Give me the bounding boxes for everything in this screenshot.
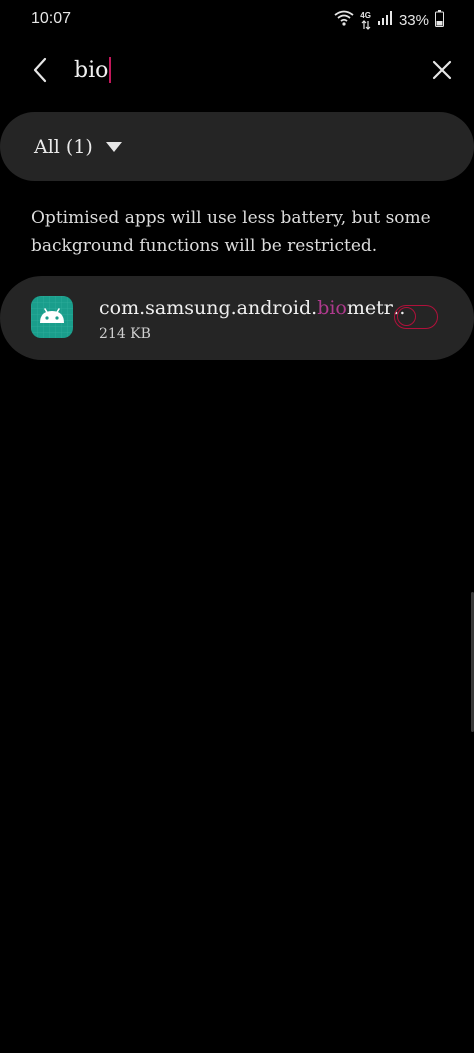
info-description: Optimised apps will use less battery, bu… [31, 208, 431, 256]
status-bar: 10:07 4G 33% [0, 0, 474, 40]
toggle-knob [397, 307, 416, 326]
battery-percent: 33% [398, 11, 429, 29]
filter-card: All (1) [0, 112, 474, 181]
dropdown-triangle-icon [105, 142, 122, 152]
back-arrow-icon [33, 57, 47, 83]
android-icon [31, 296, 73, 338]
signal-icon [377, 10, 393, 30]
search-query: bio [74, 57, 109, 83]
search-input[interactable]: bio [74, 54, 112, 86]
wifi-icon [334, 10, 354, 30]
status-icons: 4G 33% [334, 9, 444, 31]
network-type-label: 4G [360, 10, 371, 20]
status-time: 10:07 [31, 10, 72, 27]
filter-dropdown[interactable]: All (1) [34, 132, 123, 162]
app-name-prefix: com.samsung.android. [99, 297, 318, 319]
text-cursor [109, 57, 112, 83]
search-bar: bio [0, 40, 474, 100]
filter-label: All (1) [34, 136, 93, 158]
close-icon [432, 60, 452, 80]
app-size: 214 KB [99, 326, 151, 342]
mobile-data-icon: 4G [360, 11, 371, 30]
back-button[interactable] [22, 52, 58, 88]
app-package-name: com.samsung.android.biometr‥ [99, 297, 406, 319]
clear-search-button[interactable] [424, 52, 460, 88]
optimise-toggle[interactable] [394, 305, 438, 329]
search-match-highlight: bio [317, 297, 347, 319]
battery-icon [435, 9, 444, 31]
